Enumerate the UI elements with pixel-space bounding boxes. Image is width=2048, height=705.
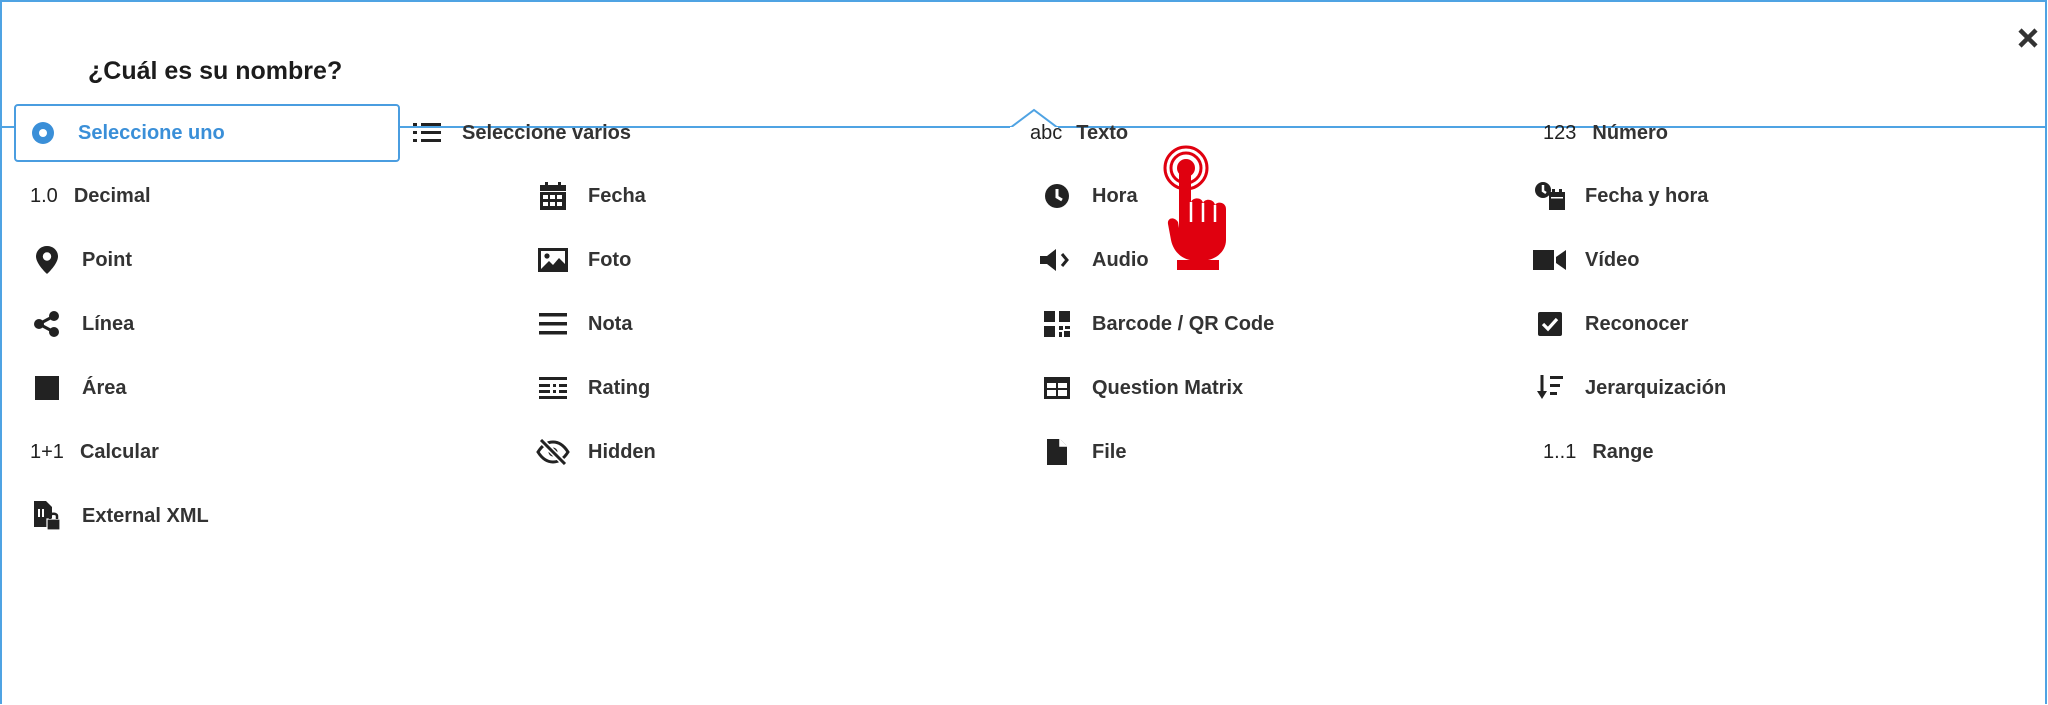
square-icon [30,371,64,405]
type-option-barcode[interactable]: Barcode / QR Code [1040,292,1540,356]
menu-icon [536,307,570,341]
type-option-time[interactable]: Hora [1040,164,1540,228]
speaker-icon [1040,243,1074,277]
close-icon[interactable] [2010,20,2046,56]
type-option-calculate[interactable]: 1+1 Calcular [30,420,530,484]
type-option-note[interactable]: Nota [536,292,1036,356]
type-option-label: Decimal [73,184,151,207]
type-option-date[interactable]: Fecha [536,164,1036,228]
checkbox-icon [1533,307,1567,341]
type-option-label: Barcode / QR Code [1092,312,1275,335]
type-option-range[interactable]: 1..1 Range [1543,420,2043,484]
type-option-photo[interactable]: Foto [536,228,1036,292]
type-option-label: Calcular [79,440,159,463]
type-option-file[interactable]: File [1040,420,1540,484]
type-option-label: Audio [1092,248,1149,271]
type-option-question-matrix[interactable]: Question Matrix [1040,356,1540,420]
video-icon [1533,243,1567,277]
type-option-external-xml[interactable]: External XML [30,484,530,548]
type-option-label: Fecha [588,184,646,207]
calendar-icon [536,179,570,213]
rating-icon [536,371,570,405]
datetime-icon [1533,179,1567,213]
decimal-type-icon: 1.0 [30,184,58,207]
type-option-label: External XML [82,504,209,527]
type-option-select-multiple[interactable]: Seleccione varios [410,101,910,165]
type-option-label: Jerarquización [1585,376,1727,399]
type-option-label: File [1092,440,1127,463]
text-type-icon: abc [1030,121,1063,144]
type-option-label: Range [1592,440,1654,463]
range-type-icon: 1..1 [1543,440,1577,463]
type-option-line[interactable]: Línea [30,292,530,356]
type-option-label: Seleccione varios [462,121,631,144]
type-option-label: Foto [588,248,632,271]
type-option-text[interactable]: abc Texto [1030,101,1530,165]
type-option-label: Fecha y hora [1585,184,1709,207]
type-option-datetime[interactable]: Fecha y hora [1533,164,2033,228]
type-option-decimal[interactable]: 1.0 Decimal [30,164,530,228]
type-option-label: Hidden [588,440,656,463]
type-option-label: Línea [82,312,135,335]
image-icon [536,243,570,277]
type-option-ranking[interactable]: Jerarquización [1533,356,2033,420]
type-option-number[interactable]: 123 Número [1543,101,2043,165]
type-option-audio[interactable]: Audio [1040,228,1540,292]
type-option-hidden[interactable]: Hidden [536,420,1036,484]
file-icon [1040,435,1074,469]
type-option-point[interactable]: Point [30,228,530,292]
file-lock-icon [30,499,64,533]
type-option-label: Texto [1076,121,1129,144]
type-option-video[interactable]: Vídeo [1533,228,2033,292]
type-option-label: Question Matrix [1092,376,1244,399]
question-title: ¿Cuál es su nombre? [88,57,343,85]
type-option-label: Nota [588,312,633,335]
type-option-label: Point [82,248,132,271]
sort-icon [1533,371,1567,405]
type-option-label: Número [1592,121,1668,144]
clock-icon [1040,179,1074,213]
number-type-icon: 123 [1543,121,1577,144]
type-option-select-one[interactable]: Seleccione uno [14,104,400,162]
qr-code-icon [1040,307,1074,341]
type-option-label: Hora [1092,184,1138,207]
radio-icon [26,116,60,150]
type-option-label: Rating [588,376,651,399]
table-icon [1040,371,1074,405]
share-icon [30,307,64,341]
map-pin-icon [30,243,64,277]
calculate-type-icon: 1+1 [30,440,64,463]
type-option-rating[interactable]: Rating [536,356,1036,420]
type-option-label: Área [82,376,127,399]
list-icon [410,116,444,150]
hand-pointer-icon [1163,145,1226,270]
type-option-label: Seleccione uno [78,121,225,144]
type-option-acknowledge[interactable]: Reconocer [1533,292,2033,356]
type-option-label: Reconocer [1585,312,1689,335]
type-option-label: Vídeo [1585,248,1640,271]
eye-slash-icon [536,435,570,469]
type-option-area[interactable]: Área [30,356,530,420]
